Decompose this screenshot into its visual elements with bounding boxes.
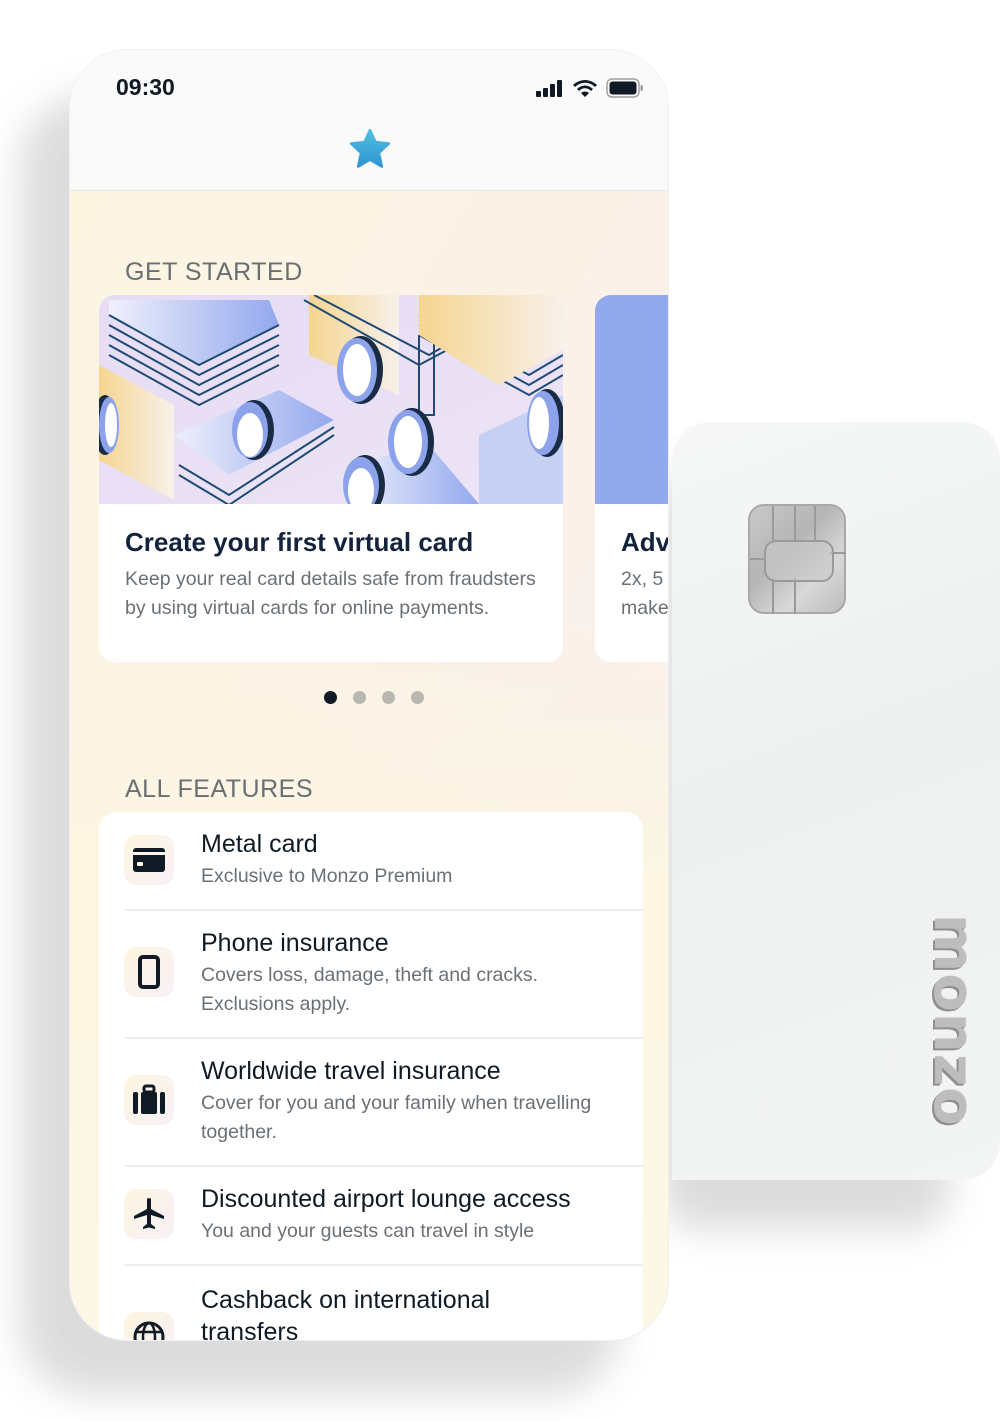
get-started-title: GET STARTED	[125, 258, 303, 286]
feature-title: Phone insurance	[201, 929, 389, 957]
feature-subtitle: Cover for you and your family when trave…	[201, 1092, 592, 1143]
promo-card-illustration	[595, 295, 668, 504]
luggage-icon	[124, 1075, 174, 1125]
star-icon[interactable]	[348, 128, 392, 170]
feature-item-cashback-transfers[interactable]: Cashback on international transfers	[99, 1266, 643, 1340]
pagination-dot[interactable]	[411, 691, 424, 704]
wifi-icon	[573, 80, 597, 97]
feature-subtitle: Covers loss, damage, theft and cracks. E…	[201, 964, 539, 1015]
content-area: GET STARTED Create your first virtual ca…	[70, 191, 668, 1340]
pagination-dot[interactable]	[353, 691, 366, 704]
promo-card-description: Keep your real card details safe from fr…	[125, 568, 536, 619]
virtual-card-illustration	[99, 295, 563, 504]
feature-title: Discounted airport lounge access	[201, 1185, 571, 1213]
feature-subtitle: You and your guests can travel in style	[201, 1220, 535, 1242]
feature-item-lounge-access[interactable]: Discounted airport lounge access You and…	[99, 1167, 643, 1265]
feature-item-phone-insurance[interactable]: Phone insurance Covers loss, damage, the…	[99, 911, 643, 1039]
phone-icon	[124, 947, 174, 997]
promo-card-description: 2x, 5 make	[621, 568, 668, 619]
battery-icon	[606, 78, 643, 98]
feature-title: Worldwide travel insurance	[201, 1057, 501, 1085]
all-features-title: ALL FEATURES	[125, 775, 313, 803]
metal-card: monzo	[672, 422, 1000, 1180]
promo-card[interactable]: Adv 2x, 5 make	[595, 295, 668, 662]
feature-subtitle: Exclusive to Monzo Premium	[201, 865, 453, 887]
airplane-icon	[124, 1189, 174, 1239]
phone-screen: 09:30 GET STARTED Create your first virt…	[70, 50, 668, 1340]
monzo-brand-text: monzo	[921, 914, 986, 1127]
status-bar: 09:30	[70, 50, 668, 191]
card-chip-icon	[748, 504, 846, 614]
globe-icon	[124, 1312, 174, 1340]
feature-item-travel-insurance[interactable]: Worldwide travel insurance Cover for you…	[99, 1039, 643, 1167]
carousel-pagination	[324, 691, 424, 704]
pagination-dot[interactable]	[382, 691, 395, 704]
promo-card[interactable]: Create your first virtual card Keep your…	[99, 295, 563, 662]
feature-item-metal-card[interactable]: Metal card Exclusive to Monzo Premium	[99, 812, 643, 910]
promo-card-title: Create your first virtual card	[125, 527, 474, 557]
feature-title: Metal card	[201, 830, 318, 858]
feature-title: Cashback on international transfers	[201, 1286, 491, 1340]
features-list: Metal card Exclusive to Monzo Premium Ph…	[99, 812, 643, 1340]
promo-card-title: Adv	[621, 527, 668, 557]
cellular-signal-icon	[536, 80, 562, 97]
status-time: 09:30	[116, 74, 175, 100]
monzo-logo: monzo	[921, 914, 986, 1159]
credit-card-icon	[124, 835, 174, 885]
pagination-dot-active[interactable]	[324, 691, 337, 704]
